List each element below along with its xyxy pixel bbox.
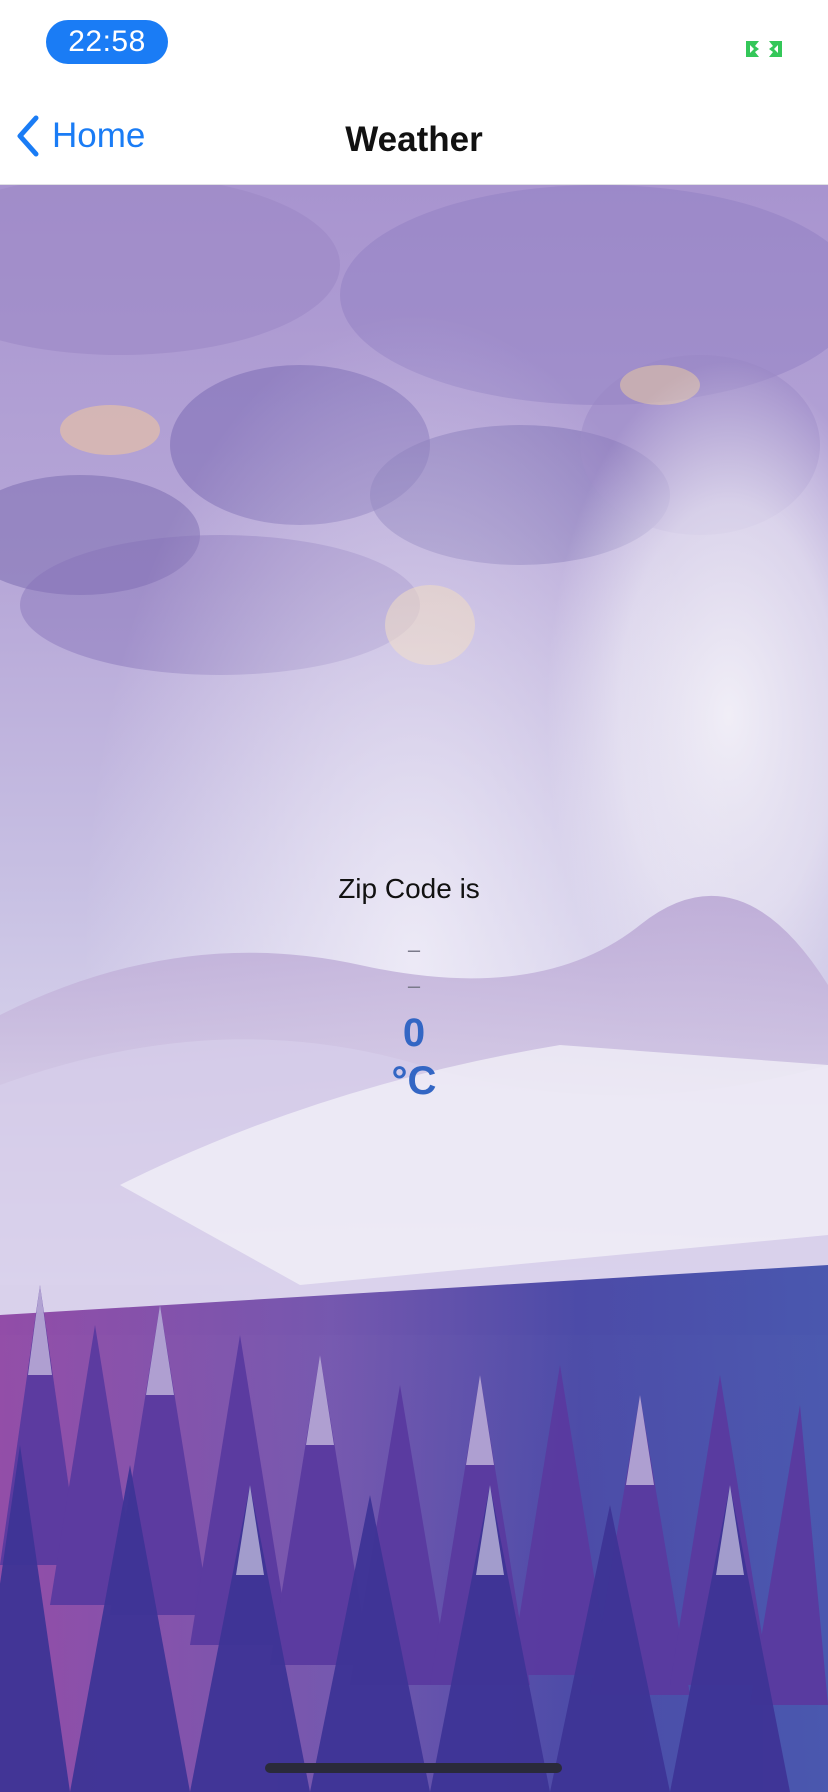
weather-screen: 22:58 Home Weather Zip Code is – – 0 °C xyxy=(0,0,828,1792)
weather-content: Zip Code is – – 0 °C xyxy=(0,185,828,1792)
temperature-value: 0 xyxy=(402,1011,426,1055)
temperature-unit: °C xyxy=(391,1059,437,1103)
city-value: – xyxy=(407,937,421,962)
home-indicator[interactable] xyxy=(265,1763,562,1773)
weather-description-value: – xyxy=(407,973,421,998)
zip-code-label: Zip Code is xyxy=(338,873,480,904)
chevron-left-icon xyxy=(17,115,39,157)
navigation-bar: Home Weather xyxy=(0,88,828,185)
screen-mirroring-icon xyxy=(746,41,782,57)
back-button[interactable]: Home xyxy=(14,106,145,166)
weather-info: Zip Code is – – 0 °C xyxy=(0,185,828,1792)
back-button-label: Home xyxy=(52,116,146,155)
status-time: 22:58 xyxy=(46,20,168,64)
status-bar: 22:58 xyxy=(0,0,828,88)
